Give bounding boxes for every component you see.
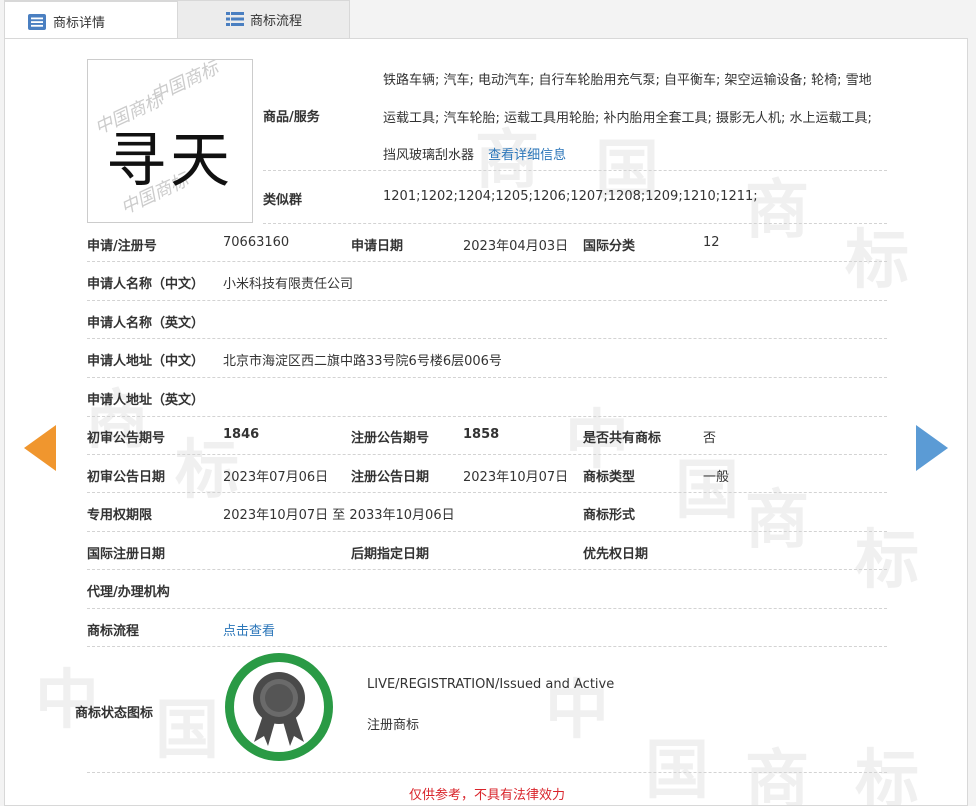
divider — [87, 646, 887, 647]
divider — [87, 608, 887, 609]
shared-label: 是否共有商标 — [583, 431, 662, 446]
apply-date-label: 申请日期 — [351, 239, 404, 254]
list-icon — [226, 12, 244, 26]
status-text-cn: 注册商标 — [367, 718, 420, 733]
divider — [87, 531, 887, 532]
trademark-image[interactable]: 中国商标 中国商标 中国商标 寻天 — [87, 59, 253, 223]
divider — [263, 170, 887, 171]
divider — [263, 223, 887, 224]
reg-pub-no-value: 1858 — [463, 427, 500, 442]
status-text-en: LIVE/REGISTRATION/Issued and Active — [367, 677, 615, 692]
divider — [87, 772, 887, 773]
tab-trademark-flow[interactable]: 商标流程 — [178, 0, 350, 38]
exclusive-period-value: 2023年10月07日 至 2033年10月06日 — [223, 508, 455, 523]
tab-trademark-flow-label: 商标流程 — [250, 14, 303, 29]
agent-label: 代理/办理机构 — [87, 585, 170, 600]
applicant-cn-label: 申请人名称（中文） — [87, 277, 205, 292]
divider — [87, 338, 887, 339]
divider — [87, 454, 887, 455]
similar-group-label: 类似群 — [263, 193, 303, 208]
disclaimer-notice: 仅供参考，不具有法律效力 — [408, 788, 565, 803]
intl-class-value: 12 — [703, 235, 720, 250]
prelim-date-value: 2023年07月06日 — [223, 470, 329, 485]
tm-type-label: 商标类型 — [583, 470, 636, 485]
reg-pub-date-label: 注册公告日期 — [351, 470, 430, 485]
prelim-date-label: 初审公告日期 — [87, 470, 166, 485]
reg-no-label: 申请/注册号 — [87, 239, 157, 254]
goods-services-line2: 运载工具; 汽车轮胎; 运载工具用轮胎; 补内胎用全套工具; 摄影无人机; 水上… — [383, 111, 872, 126]
divider — [87, 416, 887, 417]
flow-label: 商标流程 — [87, 624, 140, 639]
reg-no-value: 70663160 — [223, 235, 290, 250]
status-badge — [225, 653, 333, 761]
view-flow-link[interactable]: 点击查看 — [223, 620, 275, 639]
goods-services-label: 商品/服务 — [263, 110, 320, 125]
applicant-cn-value: 小米科技有限责任公司 — [223, 277, 354, 292]
tab-bar: 商标详情 商标流程 — [4, 0, 350, 40]
address-en-label: 申请人地址（英文） — [87, 393, 205, 408]
award-ribbon-icon — [253, 672, 305, 746]
priority-date-label: 优先权日期 — [583, 547, 649, 562]
document-list-icon — [28, 14, 46, 30]
goods-services-line1: 铁路车辆; 汽车; 电动汽车; 自行车轮胎用充气泵; 自平衡车; 架空运输设备;… — [383, 73, 872, 88]
tm-type-value: 一般 — [703, 470, 730, 485]
similar-group-value: 1201;1202;1204;1205;1206;1207;1208;1209;… — [383, 189, 758, 204]
tm-form-label: 商标形式 — [583, 508, 636, 523]
tab-trademark-detail[interactable]: 商标详情 — [4, 0, 178, 40]
status-icon-label: 商标状态图标 — [75, 706, 154, 721]
view-details-link[interactable]: 查看详细信息 — [488, 148, 566, 163]
divider — [87, 300, 887, 301]
divider — [87, 261, 887, 262]
detail-panel: 商 国 商 标 中 国 商 标 中 国 中 国 商 标 商 标 中国商标 中国商… — [4, 38, 968, 806]
tab-trademark-detail-label: 商标详情 — [53, 15, 106, 31]
intl-reg-date-label: 国际注册日期 — [87, 547, 166, 562]
applicant-en-label: 申请人名称（英文） — [87, 316, 205, 331]
trademark-name: 寻天 — [106, 126, 234, 196]
reg-pub-date-value: 2023年10月07日 — [463, 470, 569, 485]
detail-content: 中国商标 中国商标 中国商标 寻天 商品/服务 铁路车辆; 汽车; 电动汽车; … — [5, 39, 967, 805]
divider — [87, 377, 887, 378]
shared-value: 否 — [703, 431, 717, 446]
exclusive-period-label: 专用权期限 — [87, 508, 153, 523]
divider — [87, 569, 887, 570]
divider — [87, 492, 887, 493]
intl-class-label: 国际分类 — [583, 239, 636, 254]
address-cn-value: 北京市海淀区西二旗中路33号院6号楼6层006号 — [223, 354, 502, 369]
later-date-label: 后期指定日期 — [351, 547, 430, 562]
apply-date-value: 2023年04月03日 — [463, 239, 569, 254]
reg-pub-no-label: 注册公告期号 — [351, 431, 430, 446]
prelim-no-value: 1846 — [223, 427, 260, 442]
goods-services-line3: 挡风玻璃刮水器 查看详细信息 — [383, 144, 566, 163]
address-cn-label: 申请人地址（中文） — [87, 354, 205, 369]
prelim-no-label: 初审公告期号 — [87, 431, 166, 446]
goods-services-text: 挡风玻璃刮水器 — [383, 148, 475, 163]
